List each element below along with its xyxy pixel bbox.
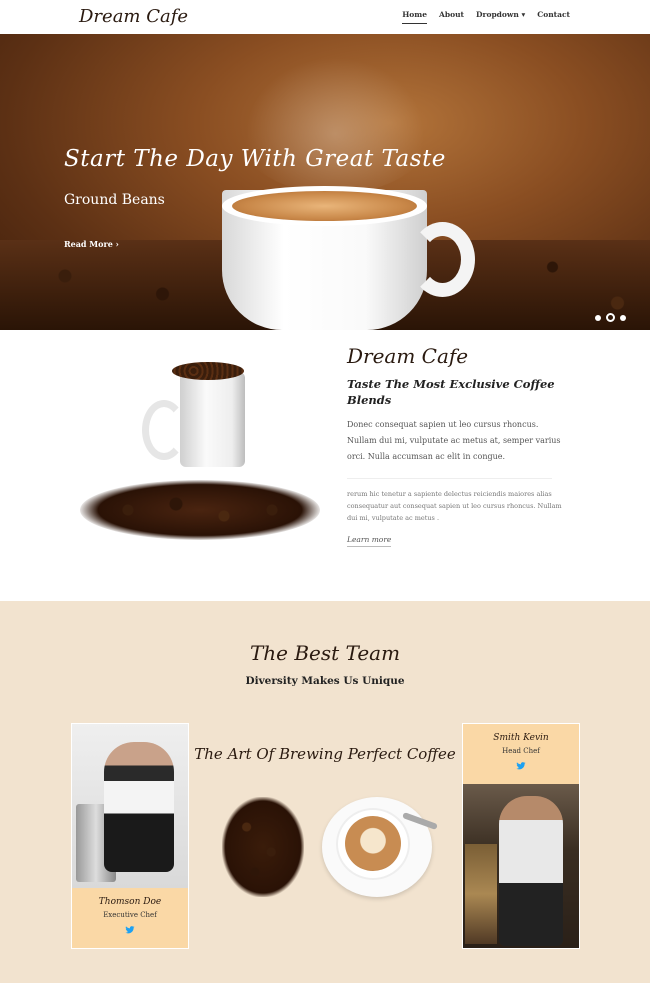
nav-item-dropdown[interactable]: Dropdown ▾ [476, 10, 525, 24]
member-info: Thomson Doe Executive Chef [72, 888, 188, 948]
carousel-indicators [595, 313, 626, 322]
beans-pile-image [222, 797, 304, 897]
about-brand: Dream Cafe [347, 344, 469, 368]
member-name: Smith Kevin [493, 733, 549, 743]
barista-figure [499, 796, 563, 946]
carousel-dot[interactable] [620, 314, 626, 321]
member-info: Smith Kevin Head Chef [463, 724, 579, 784]
brand-logo[interactable]: Dream Cafe [79, 6, 188, 27]
hero-title: Start The Day With Great Taste [64, 146, 446, 172]
hero-carousel: Start The Day With Great Taste Ground Be… [0, 34, 650, 330]
carousel-dot[interactable] [595, 314, 601, 321]
bean-pile-image [80, 480, 320, 540]
about-paragraph-secondary: rerum hic tenetur a sapiente delectus re… [347, 490, 562, 522]
twitter-icon[interactable] [125, 925, 135, 935]
nav-item-about[interactable]: About [439, 10, 464, 24]
team-title: The Best Team [249, 641, 401, 665]
page: Dream Cafe Home About Dropdown ▾ Contact… [0, 0, 650, 983]
about-paragraph: Donec consequat sapien ut leo cursus rho… [347, 420, 561, 461]
barista-figure [104, 742, 174, 872]
read-more-link[interactable]: Read More › [64, 239, 119, 249]
coffee-surface [232, 191, 417, 221]
brewing-title: The Art Of Brewing Perfect Coffee [194, 745, 456, 763]
carousel-dot-active[interactable] [606, 313, 615, 322]
navbar: Dream Cafe Home About Dropdown ▾ Contact [0, 0, 650, 34]
about-heading: Taste The Most Exclusive Coffee Blends [347, 377, 555, 407]
mug-beans [172, 362, 244, 380]
team-subtitle: Diversity Makes Us Unique [245, 675, 405, 687]
member-photo [72, 724, 188, 888]
team-section: The Best Team Diversity Makes Us Unique … [0, 601, 650, 983]
team-card: Thomson Doe Executive Chef [71, 723, 189, 949]
nav-menu: Home About Dropdown ▾ Contact [402, 10, 570, 24]
hero-subtitle: Ground Beans [64, 192, 165, 208]
divider [347, 478, 552, 479]
member-role: Head Chef [502, 747, 540, 755]
coffee-mug-image [180, 372, 245, 467]
twitter-icon[interactable] [516, 761, 526, 771]
learn-more-link[interactable]: Learn more [347, 535, 392, 547]
nav-item-contact[interactable]: Contact [537, 10, 570, 24]
cafe-shelf [465, 844, 497, 944]
member-photo [463, 784, 579, 948]
nav-item-home[interactable]: Home [402, 10, 427, 24]
latte-art [345, 816, 401, 871]
member-role: Executive Chef [103, 911, 157, 919]
member-name: Thomson Doe [98, 897, 162, 907]
cup-handle [410, 222, 475, 297]
about-section: Dream Cafe Taste The Most Exclusive Coff… [0, 330, 650, 601]
team-card: Smith Kevin Head Chef [462, 723, 580, 949]
